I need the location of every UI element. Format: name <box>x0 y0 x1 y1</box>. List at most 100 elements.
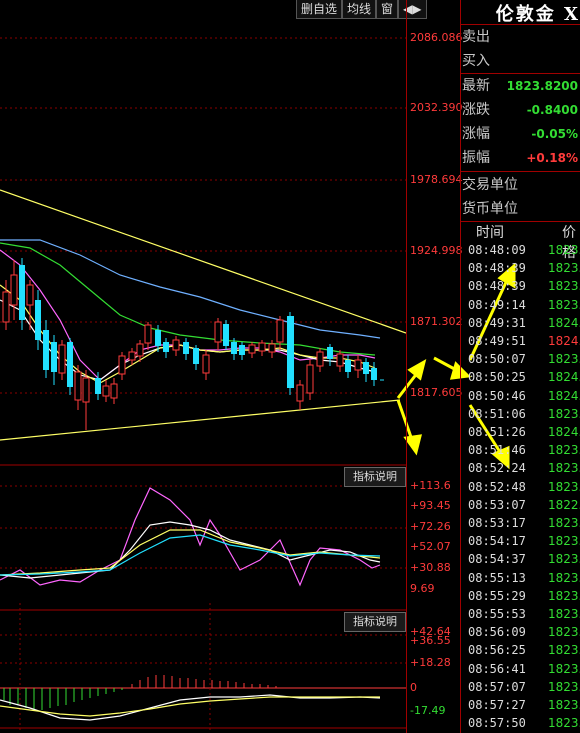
quote-row-trade-unit: 交易单位 <box>462 173 580 197</box>
tick-time: 08:49:31 <box>468 315 526 330</box>
tick-row: 08:48:09 1823. <box>462 241 580 259</box>
tick-price: 1824. <box>548 334 580 348</box>
quote-value: -0.8400 <box>526 103 578 117</box>
tick-row: 08:55:29 1823. <box>462 587 580 605</box>
quote-panel-border <box>460 0 461 733</box>
tick-row: 08:55:53 1823. <box>462 605 580 623</box>
indicator-help-button-2[interactable]: 指标说明 <box>344 612 406 632</box>
tick-price: 1823. <box>548 679 580 694</box>
tick-time: 08:57:50 <box>468 716 526 731</box>
indicator1-axis-label: +113.6 <box>410 479 451 492</box>
quote-row-ask: 卖出 <box>462 25 580 49</box>
candle <box>110 383 118 399</box>
candle <box>43 330 49 370</box>
quote-row-amplitude: 振幅 +0.18% <box>462 146 580 170</box>
tick-row: 08:52:48 1823. <box>462 478 580 496</box>
tick-price: 1823. <box>548 516 580 530</box>
quote-label: 交易单位 <box>462 177 518 193</box>
quote-row-bid: 买入 <box>462 49 580 73</box>
quote-label: 买入 <box>462 53 490 69</box>
tick-time: 08:54:17 <box>468 534 526 549</box>
ticks-header-time: 时间 <box>476 225 504 241</box>
window-button[interactable]: 窗 <box>376 0 399 19</box>
tick-row: 08:55:13 1823. <box>462 569 580 587</box>
candle <box>371 368 377 380</box>
candle <box>276 319 284 343</box>
macd-dea-line <box>0 696 380 717</box>
candle <box>172 339 180 351</box>
tick-row: 08:54:17 1823. <box>462 532 580 550</box>
candle <box>202 354 210 374</box>
candle <box>296 384 304 402</box>
tick-price: 1824. <box>548 388 580 403</box>
candle <box>248 344 256 354</box>
candle <box>136 343 144 357</box>
tick-time: 08:49:51 <box>468 334 526 348</box>
candle <box>316 351 324 367</box>
tick-price: 1823. <box>548 534 580 549</box>
candle <box>82 377 90 403</box>
quote-label: 最新 <box>462 78 490 94</box>
candle <box>268 343 276 353</box>
tick-time: 08:51:26 <box>468 425 526 439</box>
tick-row: 08:49:51 1824. <box>462 332 580 350</box>
macd-histogram <box>3 675 277 710</box>
tick-row: 08:51:46 1823. <box>462 441 580 459</box>
candle <box>51 342 57 372</box>
candle <box>363 362 369 374</box>
price-axis-label: 1978.694 <box>410 173 463 186</box>
candle <box>67 342 73 387</box>
tick-row: 08:52:24 1823. <box>462 459 580 477</box>
quote-label: 涨跌 <box>462 102 490 118</box>
tick-row: 08:49:14 1823. <box>462 296 580 314</box>
tick-time: 08:53:07 <box>468 497 526 512</box>
lower-trend-line <box>0 399 401 441</box>
indicator-help-button-1[interactable]: 指标说明 <box>344 467 406 487</box>
tick-time: 08:56:09 <box>468 625 526 640</box>
quote-value: +0.18% <box>526 151 578 165</box>
indicator1-axis-label: +93.45 <box>410 499 451 512</box>
indicator2-axis-label: +18.28 <box>410 656 451 669</box>
tick-row: 08:57:27 1823. <box>462 696 580 714</box>
indicator1-axis-label: +52.07 <box>410 540 451 553</box>
indicator2-axis-label: -17.49 <box>410 704 446 717</box>
tick-row: 08:56:41 1823. <box>462 660 580 678</box>
tick-time: 08:54:37 <box>468 552 526 567</box>
tick-time: 08:57:27 <box>468 698 526 712</box>
tick-price: 1823. <box>548 552 580 567</box>
candle <box>19 265 25 320</box>
candle <box>223 324 229 346</box>
candle <box>2 291 10 323</box>
tick-time: 08:55:29 <box>468 588 526 603</box>
candle <box>287 316 294 388</box>
candle <box>155 330 161 346</box>
tick-time: 08:51:46 <box>468 443 526 458</box>
tick-time: 08:50:46 <box>468 388 526 403</box>
tick-row: 08:49:31 1824. <box>462 314 580 332</box>
moving-average-button[interactable]: 均线 <box>342 0 377 19</box>
candle <box>306 364 314 394</box>
indicator1-axis-label: 9.69 <box>410 582 435 595</box>
tick-row: 08:53:07 1822. <box>462 496 580 514</box>
tick-row: 08:51:06 1823. <box>462 405 580 423</box>
candle <box>327 347 333 359</box>
candle <box>26 284 34 306</box>
candle <box>345 360 351 372</box>
quote-value: -0.05% <box>531 127 578 141</box>
tick-price: 1823. <box>548 297 580 312</box>
tick-time: 08:48:09 <box>468 243 526 257</box>
candle <box>231 342 237 354</box>
remove-favorite-button[interactable]: 删自选 <box>296 0 343 19</box>
candle <box>336 353 344 367</box>
tick-row: 08:48:39 1823. <box>462 259 580 277</box>
price-axis-label: 1871.302 <box>410 315 463 328</box>
candle <box>118 355 126 375</box>
upper-trend-line <box>0 189 406 334</box>
tick-row: 08:56:25 1823. <box>462 641 580 659</box>
indicator1-axis-label: +30.88 <box>410 561 451 574</box>
tick-row: 08:51:26 1824. <box>462 423 580 441</box>
tick-price: 1823. <box>548 698 580 712</box>
quote-label: 货币单位 <box>462 201 518 217</box>
tick-price: 1823. <box>548 570 580 585</box>
tick-price: 1823. <box>548 607 580 621</box>
